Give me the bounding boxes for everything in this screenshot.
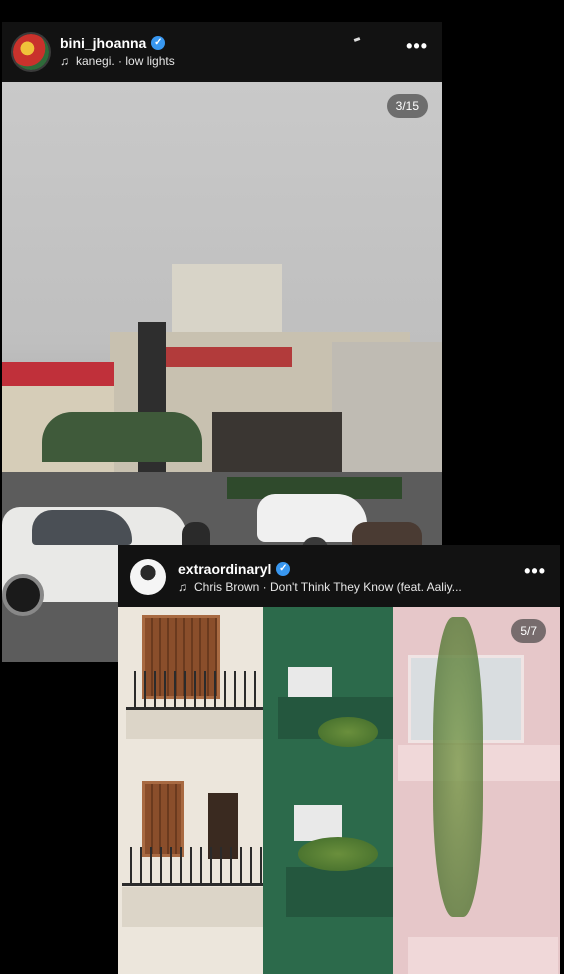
image-counter: 3/15 (386, 94, 428, 118)
song-label[interactable]: kanegi. · low lights (76, 54, 175, 68)
plants (298, 837, 378, 871)
window (294, 805, 342, 841)
username[interactable]: extraordinaryl ✓ (178, 561, 291, 577)
green-balcony (286, 867, 408, 917)
more-options-icon[interactable]: ••• (406, 36, 428, 57)
post-card-2: extraordinaryl ✓ ♫ Chris Brown · Don't T… (118, 545, 560, 974)
image-counter: 5/7 (511, 619, 546, 643)
music-note-icon: ♫ (60, 54, 69, 68)
right-building (332, 342, 442, 472)
shopfront (212, 412, 342, 472)
username-label[interactable]: bini_jhoanna (60, 35, 146, 51)
avatar[interactable] (13, 34, 49, 70)
post-photo-facade[interactable]: 5/7 (118, 607, 560, 974)
music-info[interactable]: ♫ Chris Brown · Don't Think They Know (f… (178, 580, 462, 594)
song-label[interactable]: Chris Brown · Don't Think They Know (fea… (194, 580, 462, 594)
car-window (32, 510, 132, 545)
username[interactable]: bini_jhoanna ✓ (60, 35, 166, 51)
post-header: bini_jhoanna ✓ ♫ kanegi. · low lights ••… (2, 22, 442, 82)
pink-balcony (408, 937, 558, 974)
balcony-railing (122, 847, 282, 886)
trees (42, 412, 202, 462)
username-label[interactable]: extraordinaryl (178, 561, 271, 577)
green-facade (263, 607, 393, 974)
balcony (126, 707, 276, 739)
cursor-mark (353, 37, 361, 42)
avatar[interactable] (130, 559, 166, 595)
music-note-icon: ♫ (178, 580, 187, 594)
more-options-icon[interactable]: ••• (524, 561, 546, 582)
verified-badge-icon: ✓ (151, 36, 166, 50)
balcony-railing (126, 671, 276, 710)
car-wheel (2, 574, 44, 616)
verified-badge-icon: ✓ (276, 562, 291, 576)
red-awning (162, 347, 292, 367)
red-roof (2, 362, 114, 386)
vines (433, 617, 483, 917)
music-info[interactable]: ♫ kanegi. · low lights (60, 54, 175, 68)
plants (318, 717, 378, 747)
second-car (257, 494, 367, 542)
window-shutter (142, 781, 184, 857)
post-header: extraordinaryl ✓ ♫ Chris Brown · Don't T… (118, 545, 560, 607)
